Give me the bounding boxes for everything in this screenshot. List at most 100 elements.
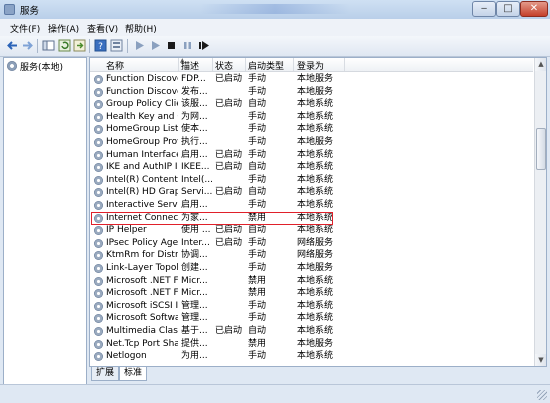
help-icon[interactable]: ? xyxy=(94,39,107,52)
cell-startup-type: 手动 xyxy=(248,124,267,135)
cell-description: 基于... xyxy=(181,326,208,336)
table-row[interactable]: IPsec Policy AgentInter... 已启动手动 网络服务 xyxy=(90,237,533,250)
table-row[interactable]: IKE and AuthIP IPs...IKEE... 已启动自动 本地系统 xyxy=(90,161,533,174)
table-row[interactable]: IP Helper 使用 ... 已启动 自动 本地系统 xyxy=(90,224,533,237)
toolbar-separator xyxy=(37,39,38,53)
vertical-scrollbar[interactable]: ▲ ▼ xyxy=(534,58,546,366)
refresh-icon[interactable] xyxy=(58,39,71,52)
cell-status: 已启动 xyxy=(215,326,243,336)
cell-name: Function Discover... xyxy=(106,74,178,84)
tab-extended[interactable]: 扩展 xyxy=(91,367,120,381)
table-row[interactable]: Group Policy Client该服... 已启动自动 本地系统 xyxy=(90,98,533,111)
cell-name: Intel(R) Content P... xyxy=(106,174,178,185)
table-row[interactable]: KtmRm for Distrib...协调... 手动 网络服务 xyxy=(90,249,533,262)
scroll-thumb[interactable] xyxy=(536,128,546,170)
properties-icon[interactable] xyxy=(110,39,123,52)
table-row[interactable]: Human Interface ...启用... 已启动手动 本地系统 xyxy=(90,149,533,162)
service-gear-icon xyxy=(94,251,103,261)
cell-description: Micr... xyxy=(181,288,208,299)
table-row[interactable]: HomeGroup Liste...使本... 手动 本地系统 xyxy=(90,123,533,136)
table-row[interactable]: Health Key and Ce...为网... 手动 本地系统 xyxy=(90,111,533,124)
table-row[interactable]: HomeGroup Provi...执行... 手动 本地服务 xyxy=(90,136,533,149)
menu-view[interactable]: 查看(V) xyxy=(87,22,118,35)
play-icon[interactable] xyxy=(149,39,162,52)
restart-service-icon[interactable] xyxy=(197,39,210,52)
resize-grip-icon[interactable] xyxy=(537,390,547,400)
cell-description: 发布... xyxy=(181,86,208,97)
service-gear-icon xyxy=(94,163,103,173)
cell-log-on-as: 本地系统 xyxy=(297,288,334,299)
close-button[interactable]: ✕ xyxy=(520,1,548,17)
menu-file[interactable]: 文件(F) xyxy=(10,22,40,35)
table-row[interactable]: Intel(R) Content P...Intel(... 手动 本地系统 xyxy=(90,174,533,187)
table-row[interactable]: Net.Tcp Port Shari...提供... 禁用 本地服务 xyxy=(90,338,533,351)
service-gear-icon xyxy=(94,150,103,160)
table-row[interactable]: Multimedia Class ...基于... 已启动自动 本地系统 xyxy=(90,325,533,338)
column-header-description[interactable]: 描述 xyxy=(181,59,199,72)
menu-action[interactable]: 操作(A) xyxy=(48,22,79,35)
service-gear-icon xyxy=(94,339,103,349)
title-bar[interactable]: 服务 ‒ □ ✕ xyxy=(0,0,550,19)
window-title: 服务 xyxy=(20,6,40,17)
cell-description: Servi... xyxy=(181,187,213,198)
cell-startup-type: 手动 xyxy=(248,263,267,273)
menu-help[interactable]: 帮助(H) xyxy=(125,22,157,35)
table-row[interactable]: Intel(R) HD Graphi...Servi...已启动自动 本地系统 xyxy=(90,186,533,199)
column-header-status[interactable]: 状态 xyxy=(215,59,233,72)
cell-status: 已启动 xyxy=(215,187,243,198)
cell-log-on-as: 本地服务 xyxy=(297,86,334,97)
column-divider[interactable] xyxy=(344,58,345,71)
cell-log-on-as: 本地系统 xyxy=(297,225,334,236)
tree-item-label: 服务(本地) xyxy=(20,62,64,73)
cell-description: 管理... xyxy=(181,300,208,311)
scroll-up-arrow-icon[interactable]: ▲ xyxy=(535,58,546,71)
table-row[interactable]: Microsoft iSCSI Ini...管理... 手动 本地系统 xyxy=(90,300,533,313)
column-header-startup-type[interactable]: 启动类型 xyxy=(248,59,284,72)
table-row[interactable]: Microsoft .NET Fr...Micr... 禁用 本地系统 xyxy=(90,287,533,300)
start-service-icon[interactable] xyxy=(133,39,146,52)
maximize-button[interactable]: □ xyxy=(496,1,520,17)
back-arrow-icon[interactable] xyxy=(6,39,19,52)
tree-item-services-local[interactable]: 服务(本地) xyxy=(7,60,64,73)
toolbar-separator xyxy=(127,39,128,53)
cell-startup-type: 自动 xyxy=(248,326,267,336)
cell-status: 已启动 xyxy=(215,99,243,110)
column-divider[interactable] xyxy=(293,58,294,71)
pause-service-icon[interactable] xyxy=(181,39,194,52)
column-divider[interactable] xyxy=(178,58,179,71)
export-list-icon[interactable] xyxy=(73,39,86,52)
cell-startup-type: 手动 xyxy=(248,200,267,210)
column-divider[interactable] xyxy=(212,58,213,71)
table-row[interactable]: Function Discover...发布... 手动 本地服务 xyxy=(90,86,533,99)
forward-arrow-icon[interactable] xyxy=(21,39,34,52)
svg-text:?: ? xyxy=(98,42,103,52)
cell-log-on-as: 本地系统 xyxy=(297,99,334,110)
table-row[interactable]: Link-Layer Topolo...创建... 手动 本地服务 xyxy=(90,262,533,275)
table-row[interactable]: Microsoft .NET Fr...Micr... 禁用 本地系统 xyxy=(90,275,533,288)
cell-status: 已启动 xyxy=(215,74,243,84)
table-row[interactable]: Function Discover...FDP... 已启动手动 本地服务 xyxy=(90,73,533,86)
tab-standard[interactable]: 标准 xyxy=(119,367,148,381)
cell-description: 启用... xyxy=(181,149,208,160)
stop-service-icon[interactable] xyxy=(165,39,178,52)
cell-startup-type: 手动 xyxy=(248,250,267,261)
service-gear-icon xyxy=(94,125,103,135)
cell-description: 创建... xyxy=(181,263,208,273)
table-row[interactable]: Interactive Service...启用... 手动 本地系统 xyxy=(90,199,533,212)
status-bar xyxy=(0,384,550,403)
scroll-down-arrow-icon[interactable]: ▼ xyxy=(535,354,546,366)
service-gear-icon xyxy=(94,301,103,311)
table-row[interactable]: Microsoft Softwar...管理... 手动 本地系统 xyxy=(90,312,533,325)
column-header-name[interactable]: 名称 xyxy=(106,59,124,72)
cell-startup-type: 自动 xyxy=(248,187,267,198)
table-row[interactable]: Netlogon 为用... 手动 本地系统 xyxy=(90,350,533,363)
column-header-log-on-as[interactable]: 登录为 xyxy=(297,59,324,72)
cell-status: 已启动 xyxy=(215,162,243,173)
view-tabs: 扩展 标准 xyxy=(89,367,389,382)
console-tree-icon[interactable] xyxy=(42,39,55,52)
cell-description: 管理... xyxy=(181,313,208,324)
minimize-button[interactable]: ‒ xyxy=(472,1,496,17)
column-divider[interactable] xyxy=(245,58,246,71)
cell-name: IP Helper xyxy=(106,225,147,236)
service-gear-icon xyxy=(94,276,103,286)
